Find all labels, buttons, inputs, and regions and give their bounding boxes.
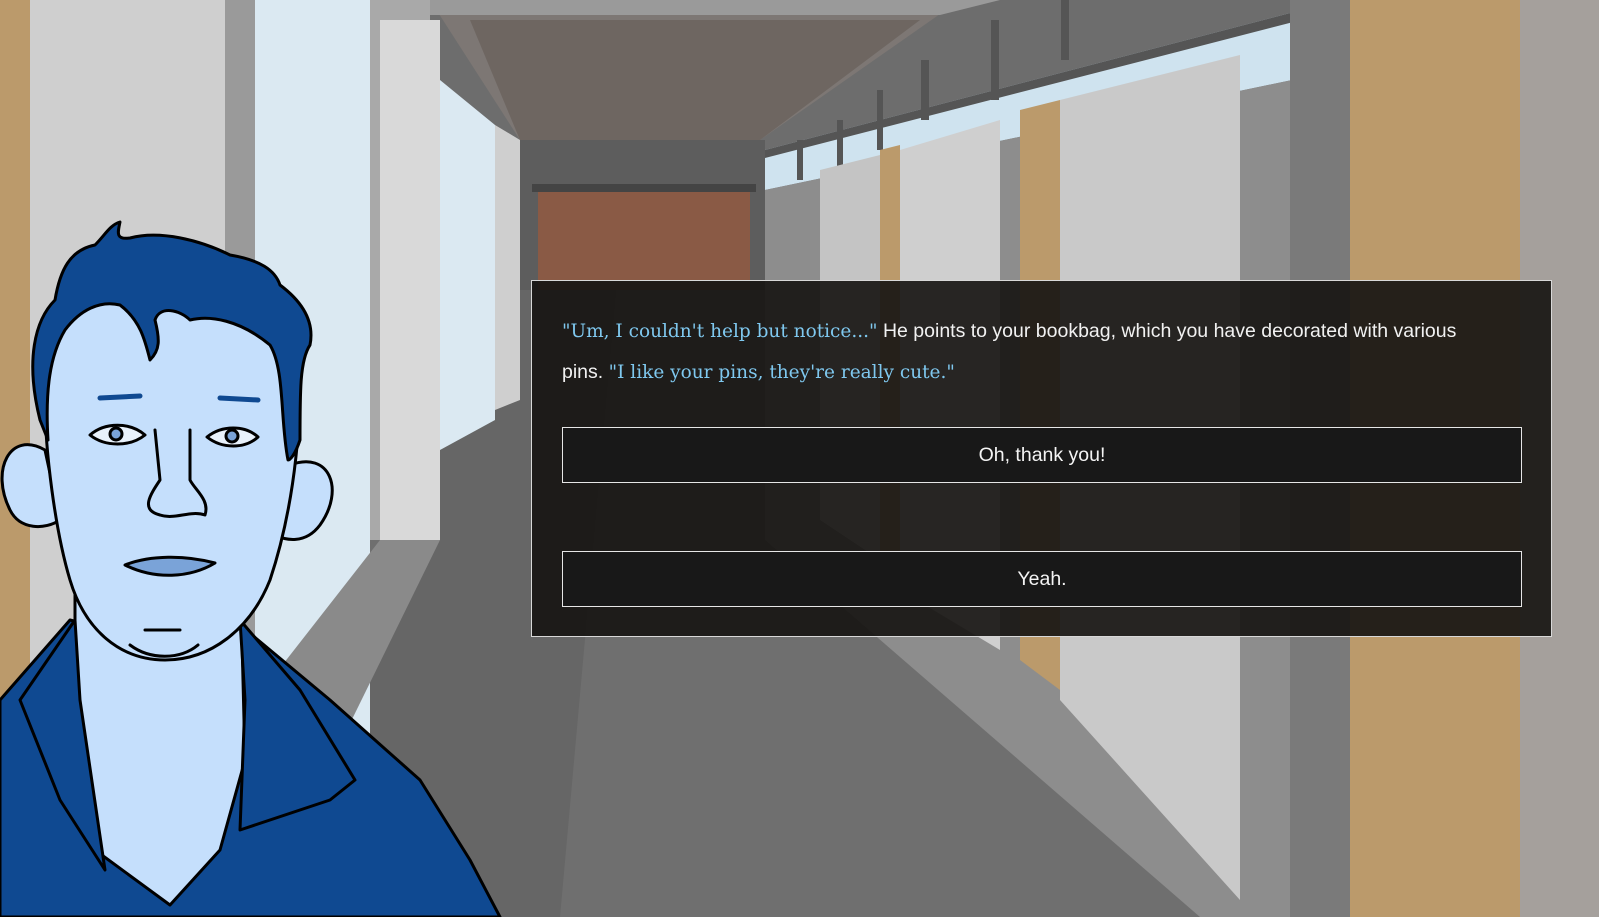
dialog-box: "Um, I couldn't help but notice..." He p…	[531, 280, 1552, 637]
choice-yeah-button[interactable]: Yeah.	[562, 551, 1522, 607]
dialog-speech-2: "I like your pins, they're really cute."	[608, 362, 955, 383]
character-face	[43, 282, 302, 662]
dialog-speech-1: "Um, I couldn't help but notice..."	[562, 321, 878, 342]
choice-oh-thank-you-button[interactable]: Oh, thank you!	[562, 427, 1522, 483]
dialog-text: "Um, I couldn't help but notice..." He p…	[562, 311, 1502, 393]
